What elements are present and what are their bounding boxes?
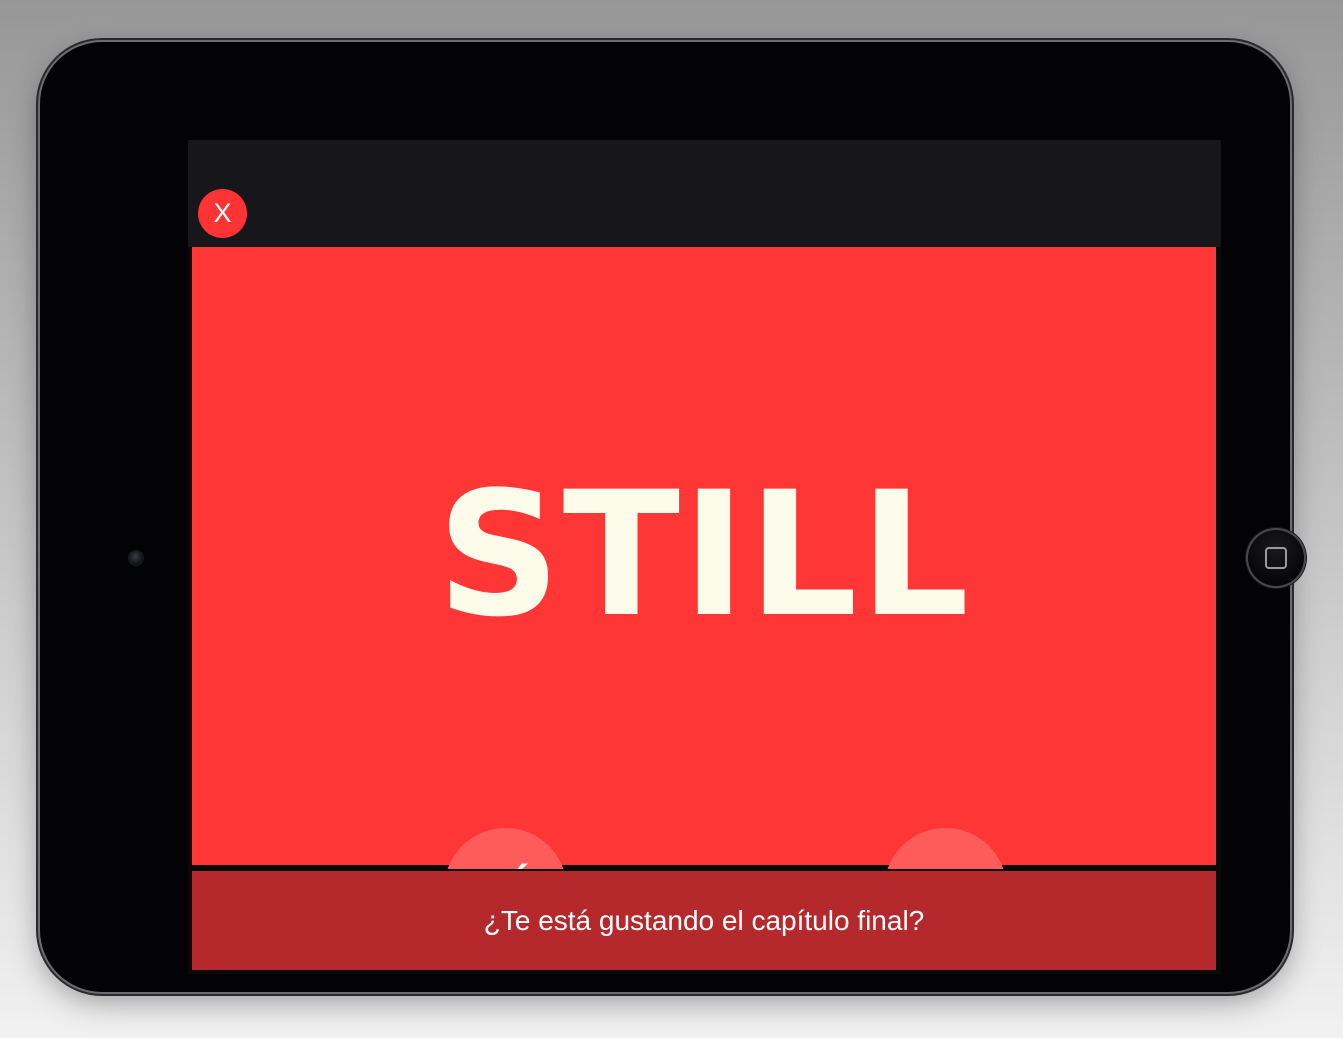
home-button-icon — [1265, 547, 1287, 569]
question-text: ¿Te está gustando el capítulo final? — [483, 905, 925, 936]
question-bar: ¿Te está gustando el capítulo final? — [192, 869, 1216, 970]
screen: X STILL SÍ NO ¿Te está gustando el capít… — [188, 140, 1221, 974]
tablet-frame: X STILL SÍ NO ¿Te está gustando el capít… — [40, 42, 1306, 992]
top-bar: X — [188, 140, 1221, 247]
featured-word: STILL — [436, 454, 972, 655]
camera-icon — [129, 551, 143, 565]
close-button[interactable]: X — [198, 189, 247, 238]
home-button[interactable] — [1246, 528, 1306, 588]
close-icon: X — [213, 198, 232, 228]
question-card: STILL SÍ NO — [192, 247, 1216, 951]
